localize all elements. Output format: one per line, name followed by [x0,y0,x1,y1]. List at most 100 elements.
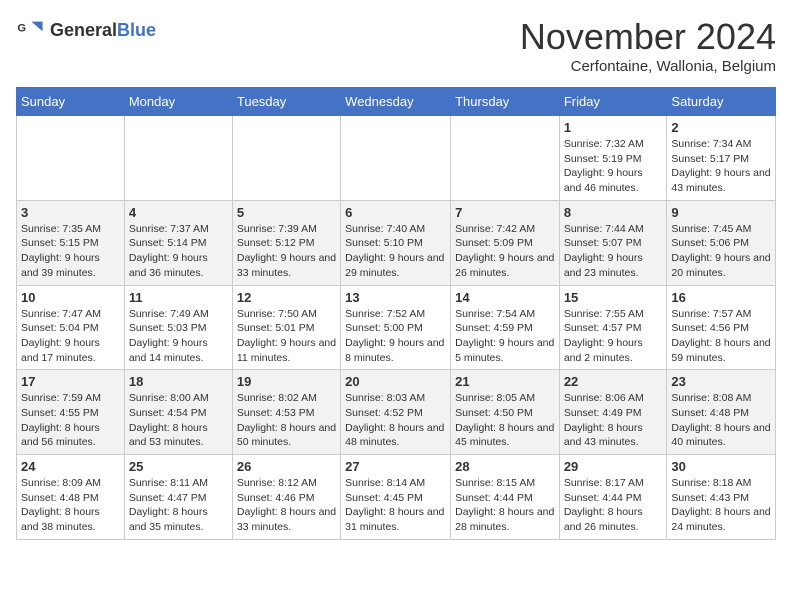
logo-text-general: General [50,20,117,40]
day-info: Sunrise: 8:02 AM Sunset: 4:53 PM Dayligh… [237,391,336,450]
day-number: 18 [129,374,228,389]
day-info: Sunrise: 7:40 AM Sunset: 5:10 PM Dayligh… [345,222,446,281]
calendar-day-cell: 20 Sunrise: 8:03 AM Sunset: 4:52 PM Dayli… [341,370,451,455]
calendar-day-header: Thursday [451,88,560,116]
day-number: 28 [455,459,555,474]
day-number: 2 [671,120,771,135]
logo: G GeneralBlue [16,16,156,44]
calendar-day-cell: 24Sunrise: 8:09 AM Sunset: 4:48 PM Dayli… [17,455,125,540]
calendar-day-cell: 12Sunrise: 7:50 AM Sunset: 5:01 PM Dayli… [232,285,340,370]
calendar-day-cell: 11 Sunrise: 7:49 AM Sunset: 5:03 PM Dayli… [124,285,232,370]
subtitle: Cerfontaine, Wallonia, Belgium [520,58,776,75]
calendar-day-cell: 26 Sunrise: 8:12 AM Sunset: 4:46 PM Dayli… [232,455,340,540]
day-info: Sunrise: 8:05 AM Sunset: 4:50 PM Dayligh… [455,391,555,450]
day-number: 5 [237,205,336,220]
calendar-day-cell [451,116,560,201]
day-info: Sunrise: 8:06 AM Sunset: 4:49 PM Dayligh… [564,391,663,450]
calendar-week-row: 17Sunrise: 7:59 AM Sunset: 4:55 PM Dayli… [17,370,776,455]
day-number: 11 [129,290,228,305]
calendar-day-cell: 9Sunrise: 7:45 AM Sunset: 5:06 PM Daylig… [667,200,776,285]
calendar-day-cell: 7 Sunrise: 7:42 AM Sunset: 5:09 PM Daylig… [451,200,560,285]
calendar-day-cell: 14 Sunrise: 7:54 AM Sunset: 4:59 PM Dayli… [451,285,560,370]
calendar-day-cell: 21 Sunrise: 8:05 AM Sunset: 4:50 PM Dayli… [451,370,560,455]
calendar-day-cell: 10Sunrise: 7:47 AM Sunset: 5:04 PM Dayli… [17,285,125,370]
calendar-header-row: SundayMondayTuesdayWednesdayThursdayFrid… [17,88,776,116]
day-number: 12 [237,290,336,305]
calendar-day-cell: 3 Sunrise: 7:35 AM Sunset: 5:15 PM Daylig… [17,200,125,285]
day-info: Sunrise: 8:08 AM Sunset: 4:48 PM Dayligh… [671,391,771,450]
day-info: Sunrise: 7:42 AM Sunset: 5:09 PM Dayligh… [455,222,555,281]
day-number: 3 [21,205,120,220]
day-number: 24 [21,459,120,474]
calendar-week-row: 3 Sunrise: 7:35 AM Sunset: 5:15 PM Daylig… [17,200,776,285]
calendar-day-cell: 18 Sunrise: 8:00 AM Sunset: 4:54 PM Dayli… [124,370,232,455]
day-info: Sunrise: 7:57 AM Sunset: 4:56 PM Dayligh… [671,307,771,366]
calendar-day-cell: 23Sunrise: 8:08 AM Sunset: 4:48 PM Dayli… [667,370,776,455]
day-info: Sunrise: 7:52 AM Sunset: 5:00 PM Dayligh… [345,307,446,366]
day-number: 15 [564,290,663,305]
title-area: November 2024 Cerfontaine, Wallonia, Bel… [520,16,776,75]
calendar-day-header: Saturday [667,88,776,116]
logo-icon: G [16,16,44,44]
day-info: Sunrise: 7:54 AM Sunset: 4:59 PM Dayligh… [455,307,555,366]
day-info: Sunrise: 7:49 AM Sunset: 5:03 PM Dayligh… [129,307,228,366]
calendar-day-cell: 29Sunrise: 8:17 AM Sunset: 4:44 PM Dayli… [559,455,667,540]
calendar-day-cell [17,116,125,201]
day-info: Sunrise: 7:39 AM Sunset: 5:12 PM Dayligh… [237,222,336,281]
day-number: 19 [237,374,336,389]
calendar-day-cell: 4 Sunrise: 7:37 AM Sunset: 5:14 PM Daylig… [124,200,232,285]
day-info: Sunrise: 8:14 AM Sunset: 4:45 PM Dayligh… [345,476,446,535]
calendar-day-cell: 22 Sunrise: 8:06 AM Sunset: 4:49 PM Dayli… [559,370,667,455]
calendar-day-cell: 17Sunrise: 7:59 AM Sunset: 4:55 PM Dayli… [17,370,125,455]
calendar-day-cell: 28 Sunrise: 8:15 AM Sunset: 4:44 PM Dayli… [451,455,560,540]
day-number: 17 [21,374,120,389]
day-number: 22 [564,374,663,389]
calendar-week-row: 10Sunrise: 7:47 AM Sunset: 5:04 PM Dayli… [17,285,776,370]
day-number: 13 [345,290,446,305]
day-info: Sunrise: 8:18 AM Sunset: 4:43 PM Dayligh… [671,476,771,535]
day-number: 14 [455,290,555,305]
calendar-table: SundayMondayTuesdayWednesdayThursdayFrid… [16,87,776,540]
day-number: 9 [671,205,771,220]
day-info: Sunrise: 7:47 AM Sunset: 5:04 PM Dayligh… [21,307,120,366]
day-number: 25 [129,459,228,474]
calendar-day-cell: 16Sunrise: 7:57 AM Sunset: 4:56 PM Dayli… [667,285,776,370]
month-title: November 2024 [520,16,776,58]
calendar-day-cell: 27 Sunrise: 8:14 AM Sunset: 4:45 PM Dayli… [341,455,451,540]
calendar-day-cell [341,116,451,201]
calendar-day-cell: 25Sunrise: 8:11 AM Sunset: 4:47 PM Dayli… [124,455,232,540]
day-info: Sunrise: 7:35 AM Sunset: 5:15 PM Dayligh… [21,222,120,281]
day-info: Sunrise: 8:03 AM Sunset: 4:52 PM Dayligh… [345,391,446,450]
calendar-day-cell: 2Sunrise: 7:34 AM Sunset: 5:17 PM Daylig… [667,116,776,201]
day-number: 27 [345,459,446,474]
calendar-day-header: Monday [124,88,232,116]
day-info: Sunrise: 7:55 AM Sunset: 4:57 PM Dayligh… [564,307,663,366]
day-info: Sunrise: 8:12 AM Sunset: 4:46 PM Dayligh… [237,476,336,535]
day-number: 4 [129,205,228,220]
calendar-week-row: 1 Sunrise: 7:32 AM Sunset: 5:19 PM Daylig… [17,116,776,201]
day-number: 21 [455,374,555,389]
header: G GeneralBlue November 2024 Cerfontaine,… [16,16,776,75]
calendar-week-row: 24Sunrise: 8:09 AM Sunset: 4:48 PM Dayli… [17,455,776,540]
day-info: Sunrise: 8:15 AM Sunset: 4:44 PM Dayligh… [455,476,555,535]
day-number: 1 [564,120,663,135]
day-number: 26 [237,459,336,474]
day-number: 30 [671,459,771,474]
calendar-day-cell: 13 Sunrise: 7:52 AM Sunset: 5:00 PM Dayli… [341,285,451,370]
calendar-day-cell: 15 Sunrise: 7:55 AM Sunset: 4:57 PM Dayli… [559,285,667,370]
calendar-day-cell: 5 Sunrise: 7:39 AM Sunset: 5:12 PM Daylig… [232,200,340,285]
logo-text-blue: Blue [117,20,156,40]
calendar-day-cell [232,116,340,201]
day-number: 6 [345,205,446,220]
day-number: 7 [455,205,555,220]
calendar-day-cell: 8Sunrise: 7:44 AM Sunset: 5:07 PM Daylig… [559,200,667,285]
day-info: Sunrise: 7:32 AM Sunset: 5:19 PM Dayligh… [564,137,663,196]
svg-text:G: G [17,22,26,34]
day-number: 8 [564,205,663,220]
day-number: 20 [345,374,446,389]
day-info: Sunrise: 7:37 AM Sunset: 5:14 PM Dayligh… [129,222,228,281]
calendar-day-cell: 1 Sunrise: 7:32 AM Sunset: 5:19 PM Daylig… [559,116,667,201]
day-info: Sunrise: 8:00 AM Sunset: 4:54 PM Dayligh… [129,391,228,450]
calendar-day-cell [124,116,232,201]
calendar-day-cell: 19 Sunrise: 8:02 AM Sunset: 4:53 PM Dayli… [232,370,340,455]
